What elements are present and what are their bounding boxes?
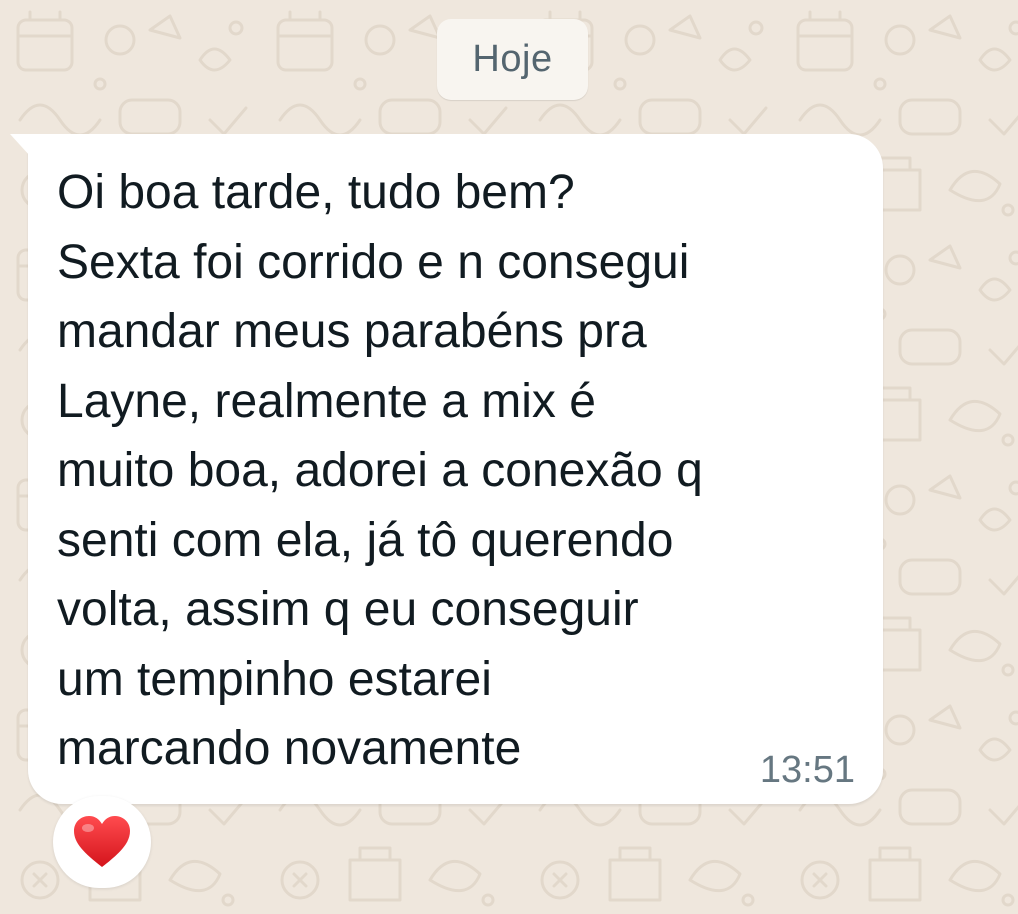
date-separator: Hoje — [437, 19, 588, 100]
date-separator-label: Hoje — [472, 38, 553, 80]
bubble-tail — [10, 134, 30, 156]
heart-icon — [74, 816, 130, 867]
incoming-message-bubble[interactable]: Oi boa tarde, tudo bem? Sexta foi corrid… — [10, 134, 883, 804]
message-reaction[interactable] — [53, 796, 151, 888]
message-timestamp: 13:51 — [759, 749, 855, 791]
message-text: Oi boa tarde, tudo bem? Sexta foi corrid… — [57, 166, 703, 775]
